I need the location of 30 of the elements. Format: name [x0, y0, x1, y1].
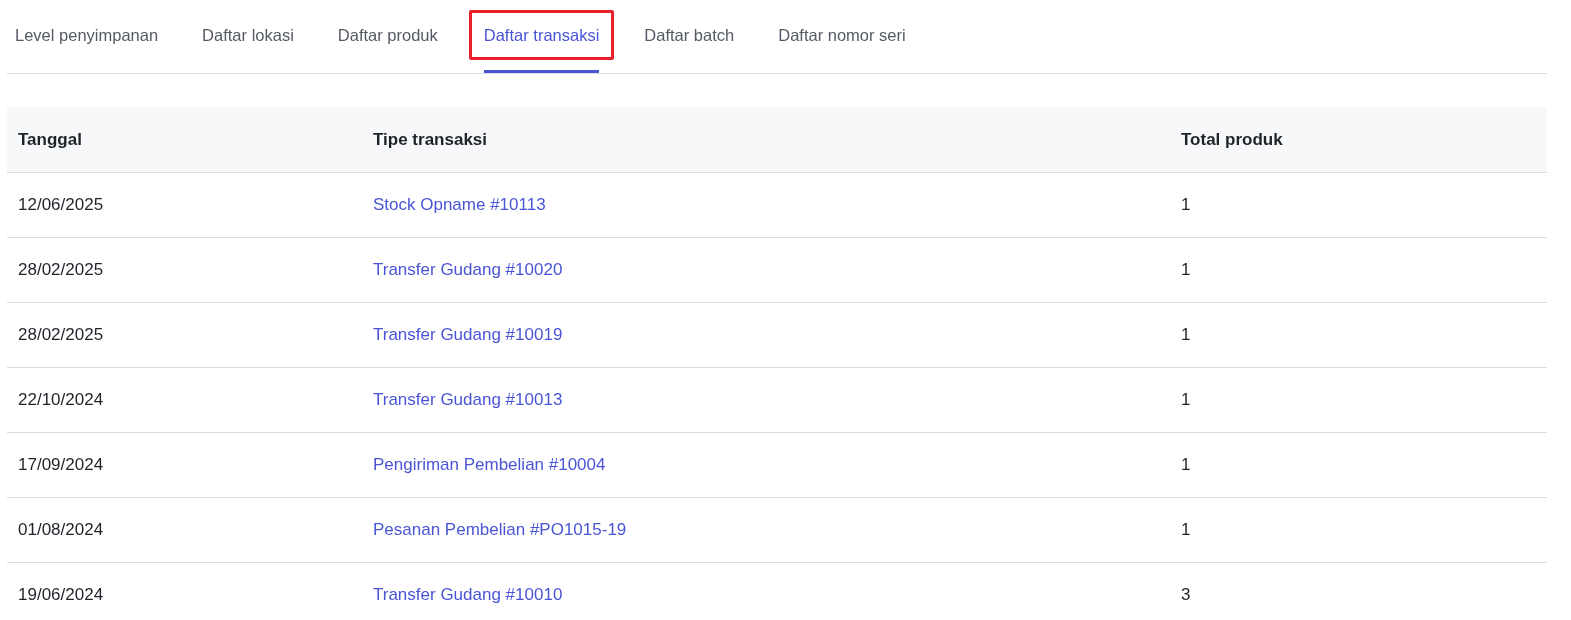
table-cell-text: 1 [1180, 195, 1191, 215]
transaction-link[interactable]: Pesanan Pembelian #PO1015-19 [373, 520, 627, 539]
tab[interactable]: Level penyimpanan [15, 0, 159, 73]
transaction-link[interactable]: Stock Opname #10113 [373, 195, 546, 214]
column-header: Tipe transaksi [372, 129, 488, 150]
table-cell-text: 01/08/2024 [17, 520, 104, 540]
transaction-link[interactable]: Pengiriman Pembelian #10004 [373, 455, 606, 474]
table-cell-text: 1 [1180, 520, 1191, 540]
transaction-link[interactable]: Transfer Gudang #10013 [373, 390, 563, 409]
column-header: Total produk [1180, 129, 1283, 150]
table-cell-text: 3 [1180, 585, 1191, 605]
table-cell-text: 22/10/2024 [17, 390, 104, 410]
tab[interactable]: Daftar lokasi [202, 0, 294, 73]
tab[interactable]: Daftar nomor seri [778, 0, 906, 73]
tab[interactable]: Daftar produk [337, 0, 438, 73]
table-cell-text: 1 [1180, 455, 1191, 475]
table-cell-text: 1 [1180, 260, 1191, 280]
tab[interactable]: Daftar transaksi [483, 13, 600, 73]
table-cell-text: 12/06/2025 [17, 195, 104, 215]
table-cell-text: 1 [1180, 325, 1191, 345]
table-cell-text: 17/09/2024 [17, 455, 104, 475]
column-header: Tanggal [17, 129, 82, 150]
tab[interactable]: Daftar batch [644, 0, 735, 73]
transaction-link[interactable]: Transfer Gudang #10019 [373, 325, 563, 344]
table-cell-text: 28/02/2025 [17, 325, 104, 345]
table-cell-text: 19/06/2024 [17, 585, 104, 605]
table-cell-text: 28/02/2025 [17, 260, 104, 280]
table-cell-text: 1 [1180, 390, 1191, 410]
transaction-link[interactable]: Transfer Gudang #10020 [373, 260, 563, 279]
transaction-link[interactable]: Transfer Gudang #10010 [373, 585, 563, 604]
